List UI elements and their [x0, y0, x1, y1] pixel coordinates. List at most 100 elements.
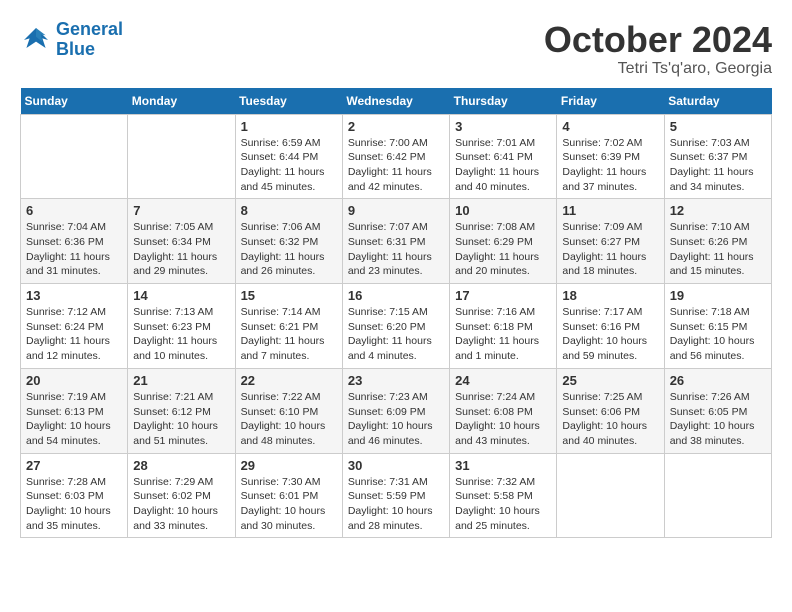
calendar-cell-1-5: 11 Sunrise: 7:09 AM Sunset: 6:27 PM Dayli…: [557, 199, 664, 284]
calendar-cell-2-0: 13Sunrise: 7:12 AM Sunset: 6:24 PM Dayli…: [21, 284, 128, 369]
day-detail: Sunrise: 7:26 AM Sunset: 6:05 PM Dayligh…: [670, 390, 766, 449]
day-detail: Sunrise: 7:06 AM Sunset: 6:32 PM Dayligh…: [241, 220, 337, 279]
calendar-cell-2-2: 15Sunrise: 7:14 AM Sunset: 6:21 PM Dayli…: [235, 284, 342, 369]
calendar-cell-0-1: [128, 114, 235, 199]
day-number: 5: [670, 119, 766, 134]
calendar-cell-4-6: [664, 453, 771, 538]
calendar-cell-1-4: 10 Sunrise: 7:08 AM Sunset: 6:29 PM Dayli…: [450, 199, 557, 284]
day-detail: Sunrise: 7:28 AM Sunset: 6:03 PM Dayligh…: [26, 475, 122, 534]
calendar-cell-4-4: 31 Sunrise: 7:32 AM Sunset: 5:58 PM Dayli…: [450, 453, 557, 538]
day-number: 8: [241, 203, 337, 218]
calendar-cell-3-1: 21 Sunrise: 7:21 AM Sunset: 6:12 PM Dayli…: [128, 368, 235, 453]
calendar-cell-4-1: 28Sunrise: 7:29 AM Sunset: 6:02 PM Dayli…: [128, 453, 235, 538]
day-number: 29: [241, 458, 337, 473]
calendar-cell-0-2: 1 Sunrise: 6:59 AM Sunset: 6:44 PM Daylig…: [235, 114, 342, 199]
day-detail: Sunrise: 7:21 AM Sunset: 6:12 PM Dayligh…: [133, 390, 229, 449]
calendar-cell-4-2: 29 Sunrise: 7:30 AM Sunset: 6:01 PM Dayli…: [235, 453, 342, 538]
day-detail: Sunrise: 7:23 AM Sunset: 6:09 PM Dayligh…: [348, 390, 444, 449]
day-detail: Sunrise: 7:16 AM Sunset: 6:18 PM Dayligh…: [455, 305, 551, 364]
week-row-0: 1 Sunrise: 6:59 AM Sunset: 6:44 PM Daylig…: [21, 114, 772, 199]
calendar-cell-0-3: 2 Sunrise: 7:00 AM Sunset: 6:42 PM Daylig…: [342, 114, 449, 199]
day-number: 3: [455, 119, 551, 134]
day-number: 31: [455, 458, 551, 473]
logo: General Blue: [20, 20, 123, 60]
logo-icon: [20, 24, 52, 56]
calendar-cell-3-0: 20Sunrise: 7:19 AM Sunset: 6:13 PM Dayli…: [21, 368, 128, 453]
week-row-3: 20Sunrise: 7:19 AM Sunset: 6:13 PM Dayli…: [21, 368, 772, 453]
calendar-cell-0-4: 3Sunrise: 7:01 AM Sunset: 6:41 PM Daylig…: [450, 114, 557, 199]
day-detail: Sunrise: 6:59 AM Sunset: 6:44 PM Dayligh…: [241, 136, 337, 195]
day-number: 30: [348, 458, 444, 473]
logo-line1: General: [56, 19, 123, 39]
header-monday: Monday: [128, 88, 235, 115]
calendar-cell-1-1: 7Sunrise: 7:05 AM Sunset: 6:34 PM Daylig…: [128, 199, 235, 284]
title-area: October 2024 Tetri Ts'q'aro, Georgia: [544, 20, 772, 78]
day-detail: Sunrise: 7:32 AM Sunset: 5:58 PM Dayligh…: [455, 475, 551, 534]
day-detail: Sunrise: 7:02 AM Sunset: 6:39 PM Dayligh…: [562, 136, 658, 195]
location-title: Tetri Ts'q'aro, Georgia: [544, 60, 772, 78]
calendar-cell-1-2: 8 Sunrise: 7:06 AM Sunset: 6:32 PM Daylig…: [235, 199, 342, 284]
day-detail: Sunrise: 7:29 AM Sunset: 6:02 PM Dayligh…: [133, 475, 229, 534]
calendar-cell-3-5: 25Sunrise: 7:25 AM Sunset: 6:06 PM Dayli…: [557, 368, 664, 453]
day-detail: Sunrise: 7:05 AM Sunset: 6:34 PM Dayligh…: [133, 220, 229, 279]
day-number: 21: [133, 373, 229, 388]
week-row-4: 27 Sunrise: 7:28 AM Sunset: 6:03 PM Dayli…: [21, 453, 772, 538]
day-number: 22: [241, 373, 337, 388]
day-detail: Sunrise: 7:30 AM Sunset: 6:01 PM Dayligh…: [241, 475, 337, 534]
header-sunday: Sunday: [21, 88, 128, 115]
day-detail: Sunrise: 7:19 AM Sunset: 6:13 PM Dayligh…: [26, 390, 122, 449]
day-detail: Sunrise: 7:09 AM Sunset: 6:27 PM Dayligh…: [562, 220, 658, 279]
calendar-cell-2-3: 16Sunrise: 7:15 AM Sunset: 6:20 PM Dayli…: [342, 284, 449, 369]
day-number: 1: [241, 119, 337, 134]
day-number: 27: [26, 458, 122, 473]
calendar-cell-3-3: 23 Sunrise: 7:23 AM Sunset: 6:09 PM Dayli…: [342, 368, 449, 453]
week-row-1: 6 Sunrise: 7:04 AM Sunset: 6:36 PM Daylig…: [21, 199, 772, 284]
day-detail: Sunrise: 7:22 AM Sunset: 6:10 PM Dayligh…: [241, 390, 337, 449]
calendar-cell-3-4: 24Sunrise: 7:24 AM Sunset: 6:08 PM Dayli…: [450, 368, 557, 453]
week-row-2: 13Sunrise: 7:12 AM Sunset: 6:24 PM Dayli…: [21, 284, 772, 369]
day-number: 17: [455, 288, 551, 303]
day-detail: Sunrise: 7:13 AM Sunset: 6:23 PM Dayligh…: [133, 305, 229, 364]
day-number: 6: [26, 203, 122, 218]
header-saturday: Saturday: [664, 88, 771, 115]
calendar-cell-3-6: 26 Sunrise: 7:26 AM Sunset: 6:05 PM Dayli…: [664, 368, 771, 453]
day-number: 4: [562, 119, 658, 134]
logo-line2: Blue: [56, 39, 95, 59]
header-wednesday: Wednesday: [342, 88, 449, 115]
day-detail: Sunrise: 7:07 AM Sunset: 6:31 PM Dayligh…: [348, 220, 444, 279]
calendar-cell-3-2: 22 Sunrise: 7:22 AM Sunset: 6:10 PM Dayli…: [235, 368, 342, 453]
calendar-cell-4-5: [557, 453, 664, 538]
day-detail: Sunrise: 7:24 AM Sunset: 6:08 PM Dayligh…: [455, 390, 551, 449]
weekday-header-row: Sunday Monday Tuesday Wednesday Thursday…: [21, 88, 772, 115]
day-number: 26: [670, 373, 766, 388]
calendar-cell-2-5: 18Sunrise: 7:17 AM Sunset: 6:16 PM Dayli…: [557, 284, 664, 369]
day-number: 19: [670, 288, 766, 303]
month-title: October 2024: [544, 20, 772, 60]
day-number: 10: [455, 203, 551, 218]
day-detail: Sunrise: 7:12 AM Sunset: 6:24 PM Dayligh…: [26, 305, 122, 364]
day-number: 2: [348, 119, 444, 134]
day-number: 14: [133, 288, 229, 303]
calendar-table: Sunday Monday Tuesday Wednesday Thursday…: [20, 88, 772, 539]
day-number: 9: [348, 203, 444, 218]
calendar-cell-2-1: 14 Sunrise: 7:13 AM Sunset: 6:23 PM Dayli…: [128, 284, 235, 369]
day-number: 11: [562, 203, 658, 218]
day-detail: Sunrise: 7:04 AM Sunset: 6:36 PM Dayligh…: [26, 220, 122, 279]
calendar-cell-0-6: 5Sunrise: 7:03 AM Sunset: 6:37 PM Daylig…: [664, 114, 771, 199]
day-detail: Sunrise: 7:00 AM Sunset: 6:42 PM Dayligh…: [348, 136, 444, 195]
header-friday: Friday: [557, 88, 664, 115]
calendar-cell-0-5: 4 Sunrise: 7:02 AM Sunset: 6:39 PM Daylig…: [557, 114, 664, 199]
day-detail: Sunrise: 7:18 AM Sunset: 6:15 PM Dayligh…: [670, 305, 766, 364]
calendar-cell-1-0: 6 Sunrise: 7:04 AM Sunset: 6:36 PM Daylig…: [21, 199, 128, 284]
day-number: 23: [348, 373, 444, 388]
calendar-cell-4-0: 27 Sunrise: 7:28 AM Sunset: 6:03 PM Dayli…: [21, 453, 128, 538]
day-detail: Sunrise: 7:08 AM Sunset: 6:29 PM Dayligh…: [455, 220, 551, 279]
page-header: General Blue October 2024 Tetri Ts'q'aro…: [20, 20, 772, 78]
day-number: 15: [241, 288, 337, 303]
calendar-cell-2-4: 17 Sunrise: 7:16 AM Sunset: 6:18 PM Dayli…: [450, 284, 557, 369]
calendar-cell-4-3: 30Sunrise: 7:31 AM Sunset: 5:59 PM Dayli…: [342, 453, 449, 538]
calendar-cell-2-6: 19 Sunrise: 7:18 AM Sunset: 6:15 PM Dayli…: [664, 284, 771, 369]
day-number: 12: [670, 203, 766, 218]
header-thursday: Thursday: [450, 88, 557, 115]
day-detail: Sunrise: 7:15 AM Sunset: 6:20 PM Dayligh…: [348, 305, 444, 364]
